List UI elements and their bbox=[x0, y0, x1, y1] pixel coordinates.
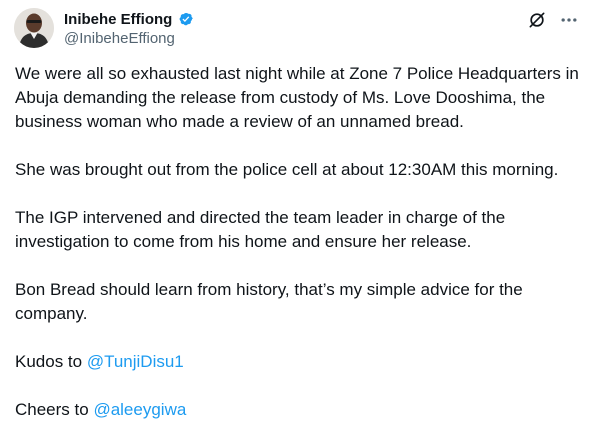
name-row: Inibehe Effiong bbox=[64, 9, 194, 29]
tweet-paragraph-6: Cheers to @aleeygiwa bbox=[15, 398, 587, 422]
cheers-prefix: Cheers to bbox=[15, 400, 94, 419]
top-actions bbox=[527, 10, 579, 30]
user-handle[interactable]: @InibeheEffiong bbox=[64, 30, 194, 47]
avatar[interactable] bbox=[14, 8, 54, 48]
user-block: Inibehe Effiong @InibeheEffiong bbox=[64, 9, 194, 47]
tweet-card: Inibehe Effiong @InibeheEffiong We were … bbox=[0, 0, 599, 429]
kudos-prefix: Kudos to bbox=[15, 352, 87, 371]
tweet-paragraph-3: The IGP intervened and directed the team… bbox=[15, 208, 506, 251]
mention-link-aleeygiwa[interactable]: @aleeygiwa bbox=[93, 400, 186, 419]
more-icon[interactable] bbox=[559, 10, 579, 30]
tweet-paragraph-1: We were all so exhausted last night whil… bbox=[15, 64, 579, 131]
tweet-paragraph-2: She was brought out from the police cell… bbox=[15, 160, 559, 179]
avatar-image bbox=[14, 8, 54, 48]
tweet-paragraph-4: Bon Bread should learn from history, tha… bbox=[15, 280, 523, 323]
mention-link-tunjidisu1[interactable]: @TunjiDisu1 bbox=[87, 352, 184, 371]
grok-icon[interactable] bbox=[527, 10, 547, 30]
verified-badge-icon[interactable] bbox=[176, 10, 194, 28]
tweet-text: We were all so exhausted last night whil… bbox=[15, 62, 587, 446]
tweet-paragraph-5: Kudos to @TunjiDisu1 bbox=[15, 350, 587, 374]
display-name[interactable]: Inibehe Effiong bbox=[64, 11, 172, 28]
